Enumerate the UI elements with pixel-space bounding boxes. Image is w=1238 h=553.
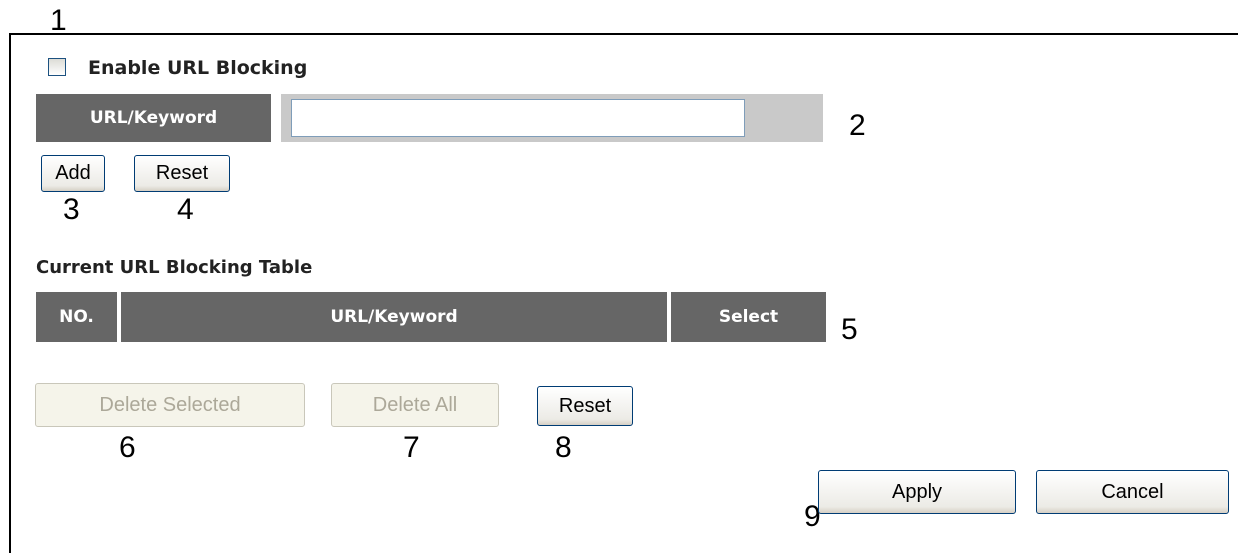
callout-7: 7 [403,431,420,464]
url-keyword-label: URL/Keyword [36,94,271,142]
table-header-no: NO. [36,292,117,342]
url-keyword-input[interactable] [291,99,745,137]
callout-8: 8 [555,431,572,464]
enable-url-blocking-label: Enable URL Blocking [88,57,308,79]
table-header-select: Select [671,292,826,342]
callout-1: 1 [50,4,67,37]
delete-selected-button[interactable]: Delete Selected [35,383,305,427]
callout-5: 5 [841,313,858,346]
callout-2: 2 [849,109,866,142]
add-button[interactable]: Add [41,155,105,192]
callout-6: 6 [119,431,136,464]
callout-4: 4 [177,193,194,226]
reset-button-bottom[interactable]: Reset [537,386,633,426]
url-blocking-table-title: Current URL Blocking Table [36,257,313,278]
callout-3: 3 [63,193,80,226]
delete-all-button[interactable]: Delete All [331,383,499,427]
table-header-url-keyword: URL/Keyword [121,292,667,342]
cancel-button[interactable]: Cancel [1036,470,1229,514]
apply-button[interactable]: Apply [818,470,1016,514]
reset-button-top[interactable]: Reset [134,155,230,192]
enable-url-blocking-checkbox[interactable] [48,58,66,76]
